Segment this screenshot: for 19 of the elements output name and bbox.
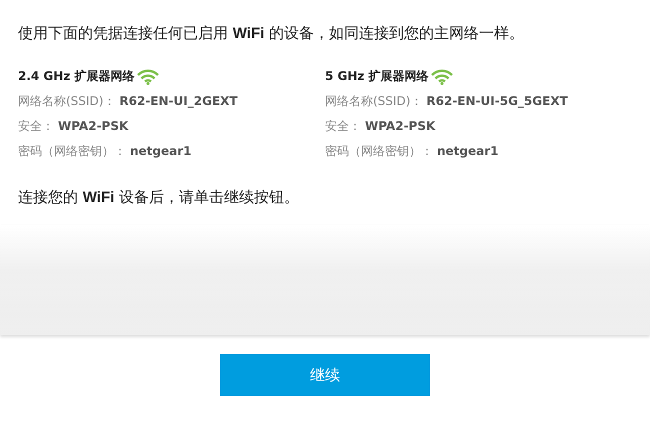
field-label: 网络名称(SSID)： xyxy=(18,94,116,108)
wifi-icon xyxy=(136,69,158,85)
continue-button[interactable]: 继续 xyxy=(220,354,430,396)
instruction-text: 使用下面的凭据连接任何已启用 WiFi 的设备，如同连接到您的主网络一样。 xyxy=(18,24,526,43)
field-value: netgear1 xyxy=(130,144,192,158)
field-label: 密码（网络密钥）： xyxy=(325,144,433,158)
network-title: 2.4 GHz 扩展器网络 xyxy=(18,68,134,85)
field-value: R62-EN-UI_2GEXT xyxy=(119,94,238,108)
field-label: 安全： xyxy=(18,119,54,133)
network-title: 5 GHz 扩展器网络 xyxy=(325,68,429,85)
field-value: R62-EN-UI-5G_5GEXT xyxy=(426,94,568,108)
field-value: WPA2-PSK xyxy=(365,119,436,133)
field-value: WPA2-PSK xyxy=(58,119,128,133)
instruction-text: 连接您的 WiFi 设备后，请单击继续按钮。 xyxy=(18,188,300,207)
field-label: 密码（网络密钥）： xyxy=(18,144,126,158)
field-value: netgear1 xyxy=(437,144,499,158)
field-label: 网络名称(SSID)： xyxy=(325,94,422,108)
wifi-icon xyxy=(430,69,453,85)
field-label: 安全： xyxy=(325,119,361,133)
